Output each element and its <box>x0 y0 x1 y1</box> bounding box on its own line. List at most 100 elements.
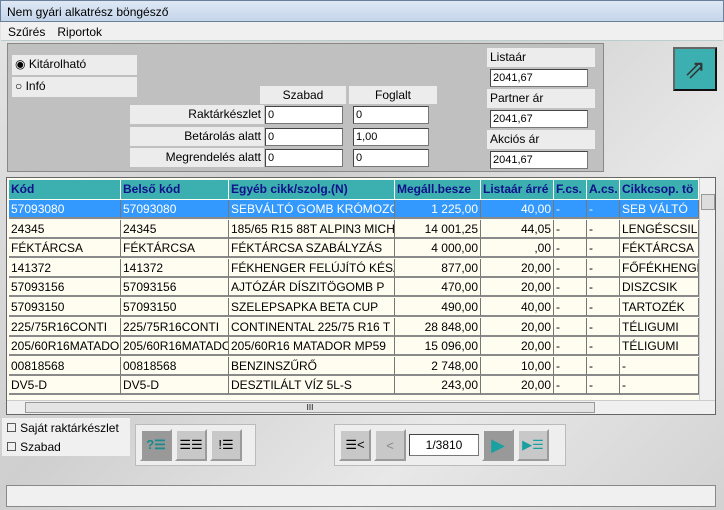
cell-megall-beszer[interactable]: 28 848,00 <box>395 317 481 337</box>
cell-egyeb[interactable]: BENZINSZŰRŐ <box>229 356 395 376</box>
menu-riportok[interactable]: Riportok <box>50 22 107 39</box>
header-egyeb[interactable]: Egyéb cikk/szolg.(N) <box>229 180 395 199</box>
cell-fcs[interactable]: - <box>554 356 587 376</box>
betarolas-foglalt[interactable]: 1,00 <box>353 128 429 146</box>
cell-cikkcsop[interactable]: TARTOZÉK <box>620 298 699 317</box>
important-list-button[interactable]: !☰ <box>210 429 242 461</box>
cell-listaar-arres[interactable]: 20,00 <box>481 317 554 337</box>
header-fcs[interactable]: F.cs. <box>554 180 587 199</box>
cell-egyeb[interactable]: AJTÓZÁR DÍSZITÖGOMB P <box>229 278 395 298</box>
full-list-button[interactable]: ☰☰ <box>175 429 207 461</box>
cell-egyeb[interactable]: FÉKTÁRCSA SZABÁLYZÁS <box>229 239 395 259</box>
cell-belso-kod[interactable]: 00818568 <box>121 356 229 376</box>
cell-fcs[interactable]: - <box>554 200 587 219</box>
cell-listaar-arres[interactable]: 40,00 <box>481 298 554 317</box>
cell-cikkcsop[interactable]: TÉLIGUMI <box>620 337 699 357</box>
cell-listaar-arres[interactable]: 10,00 <box>481 356 554 376</box>
raktarkeszlet-foglalt[interactable]: 0 <box>353 106 429 124</box>
cell-megall-beszer[interactable]: 2 748,00 <box>395 356 481 376</box>
cell-kod[interactable]: 57093156 <box>9 278 121 298</box>
cell-acs[interactable]: - <box>587 317 620 337</box>
megrendeles-szabad[interactable]: 0 <box>265 149 343 167</box>
cell-fcs[interactable]: - <box>554 219 587 239</box>
cell-egyeb[interactable]: 205/60R16 MATADOR MP59 <box>229 337 395 357</box>
cell-belso-kod[interactable]: DV5-D <box>121 376 229 396</box>
cell-belso-kod[interactable]: FÉKTÁRCSA <box>121 239 229 259</box>
raktarkeszlet-szabad[interactable]: 0 <box>265 106 343 124</box>
cell-acs[interactable]: - <box>587 356 620 376</box>
cell-megall-beszer[interactable]: 243,00 <box>395 376 481 396</box>
vertical-scrollbar[interactable] <box>699 178 715 400</box>
cell-cikkcsop[interactable]: - <box>620 376 699 396</box>
megrendeles-foglalt[interactable]: 0 <box>353 149 429 167</box>
cell-cikkcsop[interactable]: FÉKTÁRCSA <box>620 239 699 259</box>
last-page-button[interactable]: ▶☰ <box>517 429 549 461</box>
horizontal-scrollbar[interactable]: III <box>7 400 715 414</box>
header-belso-kod[interactable]: Belső kód <box>121 180 229 199</box>
betarolas-szabad[interactable]: 0 <box>265 128 343 146</box>
cell-belso-kod[interactable]: 225/75R16CONTI <box>121 317 229 337</box>
cell-kod[interactable]: 225/75R16CONTI <box>9 317 121 337</box>
query-list-button[interactable]: ?☰ <box>140 429 172 461</box>
akcios-ar-field[interactable]: 2041,67 <box>490 151 588 169</box>
cell-kod[interactable]: 205/60R16MATADOR <box>9 337 121 357</box>
cell-egyeb[interactable]: FÉKHENGER FELÚJÍTÓ KÉSZLET <box>229 258 395 278</box>
cell-listaar-arres[interactable]: 20,00 <box>481 258 554 278</box>
cell-kod[interactable]: FÉKTÁRCSA <box>9 239 121 259</box>
next-page-button[interactable]: ▶ <box>482 429 514 461</box>
cell-megall-beszer[interactable]: 1 225,00 <box>395 200 481 219</box>
cell-cikkcsop[interactable]: - <box>620 356 699 376</box>
cell-acs[interactable]: - <box>587 298 620 317</box>
filter-szabad[interactable]: ☐ Szabad <box>2 438 130 456</box>
export-button[interactable]: ⇗ <box>673 47 717 91</box>
cell-acs[interactable]: - <box>587 219 620 239</box>
cell-belso-kod[interactable]: 24345 <box>121 219 229 239</box>
cell-listaar-arres[interactable]: 40,00 <box>481 200 554 219</box>
cell-listaar-arres[interactable]: 20,00 <box>481 278 554 298</box>
cell-belso-kod[interactable]: 205/60R16MATADOR <box>121 337 229 357</box>
cell-fcs[interactable]: - <box>554 317 587 337</box>
cell-kod[interactable]: 141372 <box>9 258 121 278</box>
cell-belso-kod[interactable]: 57093080 <box>121 200 229 219</box>
filter-sajat[interactable]: ☐ Saját raktárkészlet <box>2 418 130 438</box>
cell-egyeb[interactable]: CONTINENTAL 225/75 R16 T <box>229 317 395 337</box>
cell-egyeb[interactable]: DESZTILÁLT VÍZ 5L-S <box>229 376 395 396</box>
cell-acs[interactable]: - <box>587 278 620 298</box>
header-listaar-arres[interactable]: Listaár árré <box>481 180 554 199</box>
partner-ar-field[interactable]: 2041,67 <box>490 110 588 128</box>
cell-kod[interactable]: 57093080 <box>9 200 121 219</box>
cell-acs[interactable]: - <box>587 200 620 219</box>
header-cikkcsop[interactable]: Cikkcsop. tö <box>620 180 699 199</box>
cell-listaar-arres[interactable]: 20,00 <box>481 376 554 396</box>
menu-szures[interactable]: Szűrés <box>1 22 50 39</box>
cell-egyeb[interactable]: SEBVÁLTÓ GOMB KRÓMOZOTT <box>229 200 395 219</box>
cell-megall-beszer[interactable]: 470,00 <box>395 278 481 298</box>
cell-fcs[interactable]: - <box>554 376 587 396</box>
cell-cikkcsop[interactable]: LENGÉSCSILLAPÍTÓ <box>620 219 699 239</box>
cell-megall-beszer[interactable]: 877,00 <box>395 258 481 278</box>
cell-fcs[interactable]: - <box>554 258 587 278</box>
cell-kod[interactable]: 24345 <box>9 219 121 239</box>
cell-kod[interactable]: 57093150 <box>9 298 121 317</box>
cell-cikkcsop[interactable]: FŐFÉKHENGER <box>620 258 699 278</box>
cell-acs[interactable]: - <box>587 239 620 259</box>
cell-acs[interactable]: - <box>587 376 620 396</box>
cell-egyeb[interactable]: 185/65 R15 88T ALPIN3 MICHELIN <box>229 219 395 239</box>
cell-belso-kod[interactable]: 141372 <box>121 258 229 278</box>
radio-kitarolhato[interactable]: ◉ Kitárolható <box>12 55 137 75</box>
radio-info[interactable]: ○ Infó <box>12 77 137 97</box>
cell-fcs[interactable]: - <box>554 337 587 357</box>
cell-listaar-arres[interactable]: 20,00 <box>481 337 554 357</box>
cell-kod[interactable]: DV5-D <box>9 376 121 396</box>
cell-egyeb[interactable]: SZELEPSAPKA BETA CUP <box>229 298 395 317</box>
cell-belso-kod[interactable]: 57093150 <box>121 298 229 317</box>
cell-megall-beszer[interactable]: 490,00 <box>395 298 481 317</box>
cell-megall-beszer[interactable]: 4 000,00 <box>395 239 481 259</box>
cell-acs[interactable]: - <box>587 258 620 278</box>
cell-cikkcsop[interactable]: SEB VÁLTÓ <box>620 200 699 219</box>
cell-fcs[interactable]: - <box>554 239 587 259</box>
cell-cikkcsop[interactable]: TÉLIGUMI <box>620 317 699 337</box>
header-megall-beszer[interactable]: Megáll.besze <box>395 180 481 199</box>
cell-cikkcsop[interactable]: DISZCSIK <box>620 278 699 298</box>
header-kod[interactable]: Kód <box>9 180 121 199</box>
